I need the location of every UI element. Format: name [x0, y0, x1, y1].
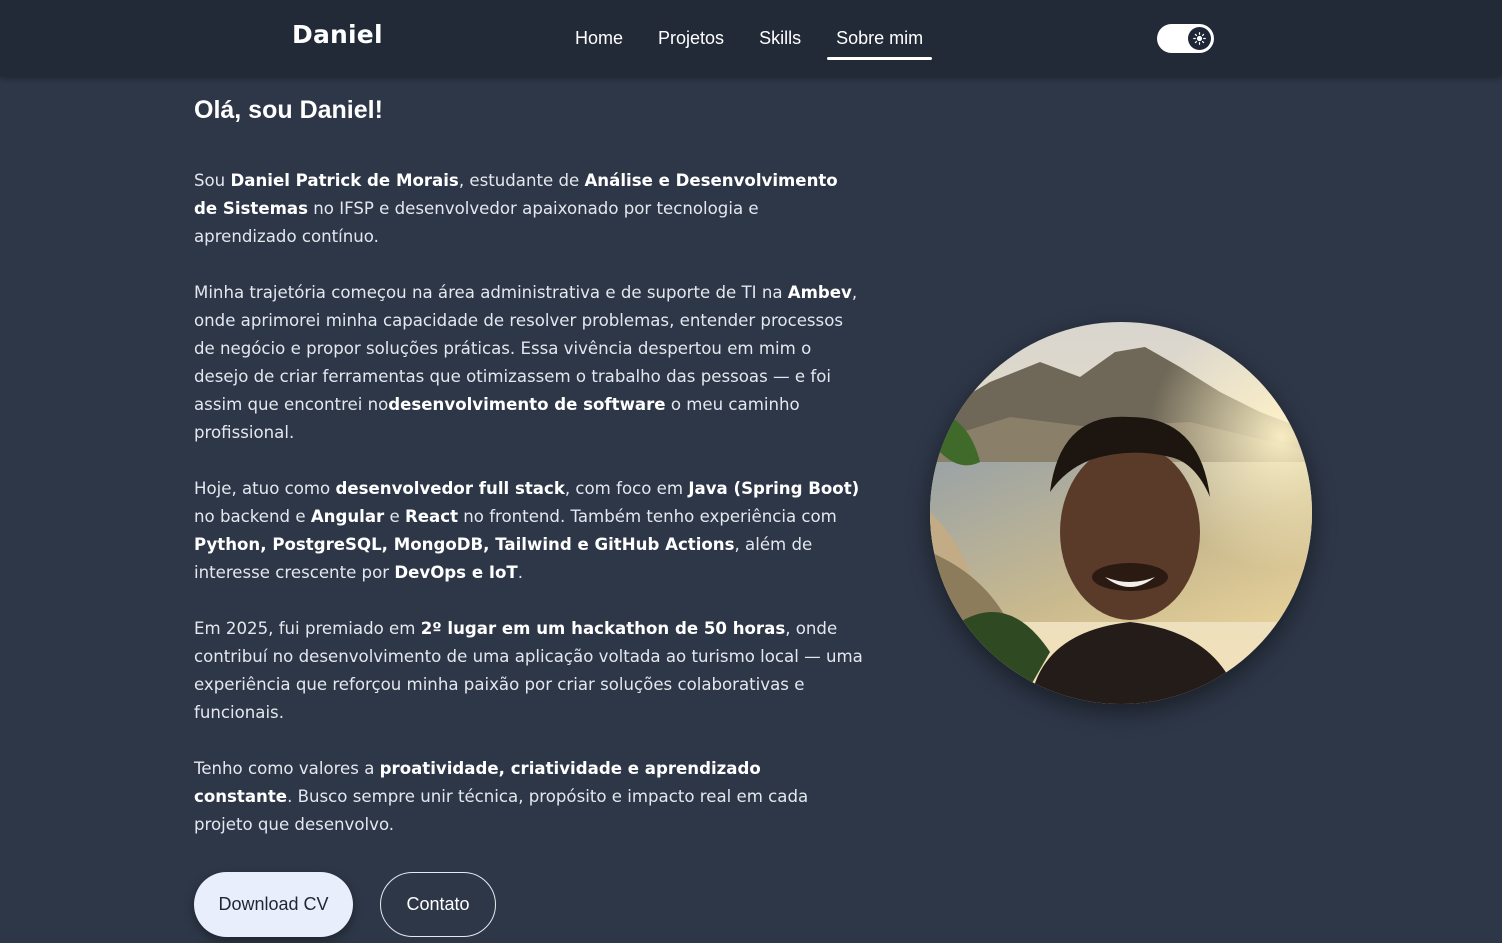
about-paragraph: Tenho como valores a proatividade, criat… — [194, 755, 864, 839]
bold-text: desenvolvimento de software — [388, 395, 666, 414]
download-cv-button[interactable]: Download CV — [194, 872, 353, 937]
about-paragraph: Hoje, atuo como desenvolvedor full stack… — [194, 475, 864, 587]
bold-text: Daniel Patrick de Morais — [230, 171, 459, 190]
about-paragraph: Em 2025, fui premiado em 2º lugar em um … — [194, 615, 864, 727]
nav-home[interactable]: Home — [566, 18, 632, 58]
theme-toggle[interactable] — [1157, 24, 1214, 53]
about-paragraph: Sou Daniel Patrick de Morais, estudante … — [194, 167, 864, 251]
bold-text: React — [405, 507, 458, 526]
about-paragraph: Minha trajetória começou na área adminis… — [194, 279, 864, 447]
bold-text: Java (Spring Boot) — [688, 479, 860, 498]
text: no backend e — [194, 507, 311, 526]
nav-sobre-mim[interactable]: Sobre mim — [827, 18, 933, 60]
text: Em 2025, fui premiado em — [194, 619, 421, 638]
sun-icon — [1188, 27, 1211, 50]
text: Hoje, atuo como — [194, 479, 336, 498]
text: no frontend. Também tenho experiência co… — [458, 507, 837, 526]
bold-text: DevOps e IoT — [394, 563, 518, 582]
contact-button[interactable]: Contato — [380, 872, 496, 937]
text: Sou — [194, 171, 231, 190]
navbar: Daniel Home Projetos Skills Sobre mim — [0, 0, 1502, 76]
bold-text: Ambev — [787, 283, 852, 302]
brand-logo[interactable]: Daniel — [292, 20, 383, 49]
text: Minha trajetória começou na área adminis… — [194, 283, 788, 302]
about-text: Sou Daniel Patrick de Morais, estudante … — [194, 167, 864, 867]
bold-text: 2º lugar em um hackathon de 50 horas — [420, 619, 786, 638]
bold-text: Python, PostgreSQL, MongoDB, Tailwind e … — [194, 535, 735, 554]
text: , estudante de — [458, 171, 585, 190]
bold-text: desenvolvedor full stack — [335, 479, 565, 498]
main-nav: Home Projetos Skills Sobre mim — [566, 0, 949, 76]
bold-text: Angular — [310, 507, 385, 526]
text: e — [384, 507, 405, 526]
text: , com foco em — [564, 479, 689, 498]
nav-projetos[interactable]: Projetos — [649, 18, 733, 58]
page-title: Olá, sou Daniel! — [194, 96, 383, 124]
profile-photo — [930, 322, 1312, 704]
text: Tenho como valores a — [194, 759, 380, 778]
text: . — [517, 563, 524, 582]
text: . Busco sempre unir técnica, propósito e… — [194, 787, 809, 834]
nav-skills[interactable]: Skills — [750, 18, 810, 58]
